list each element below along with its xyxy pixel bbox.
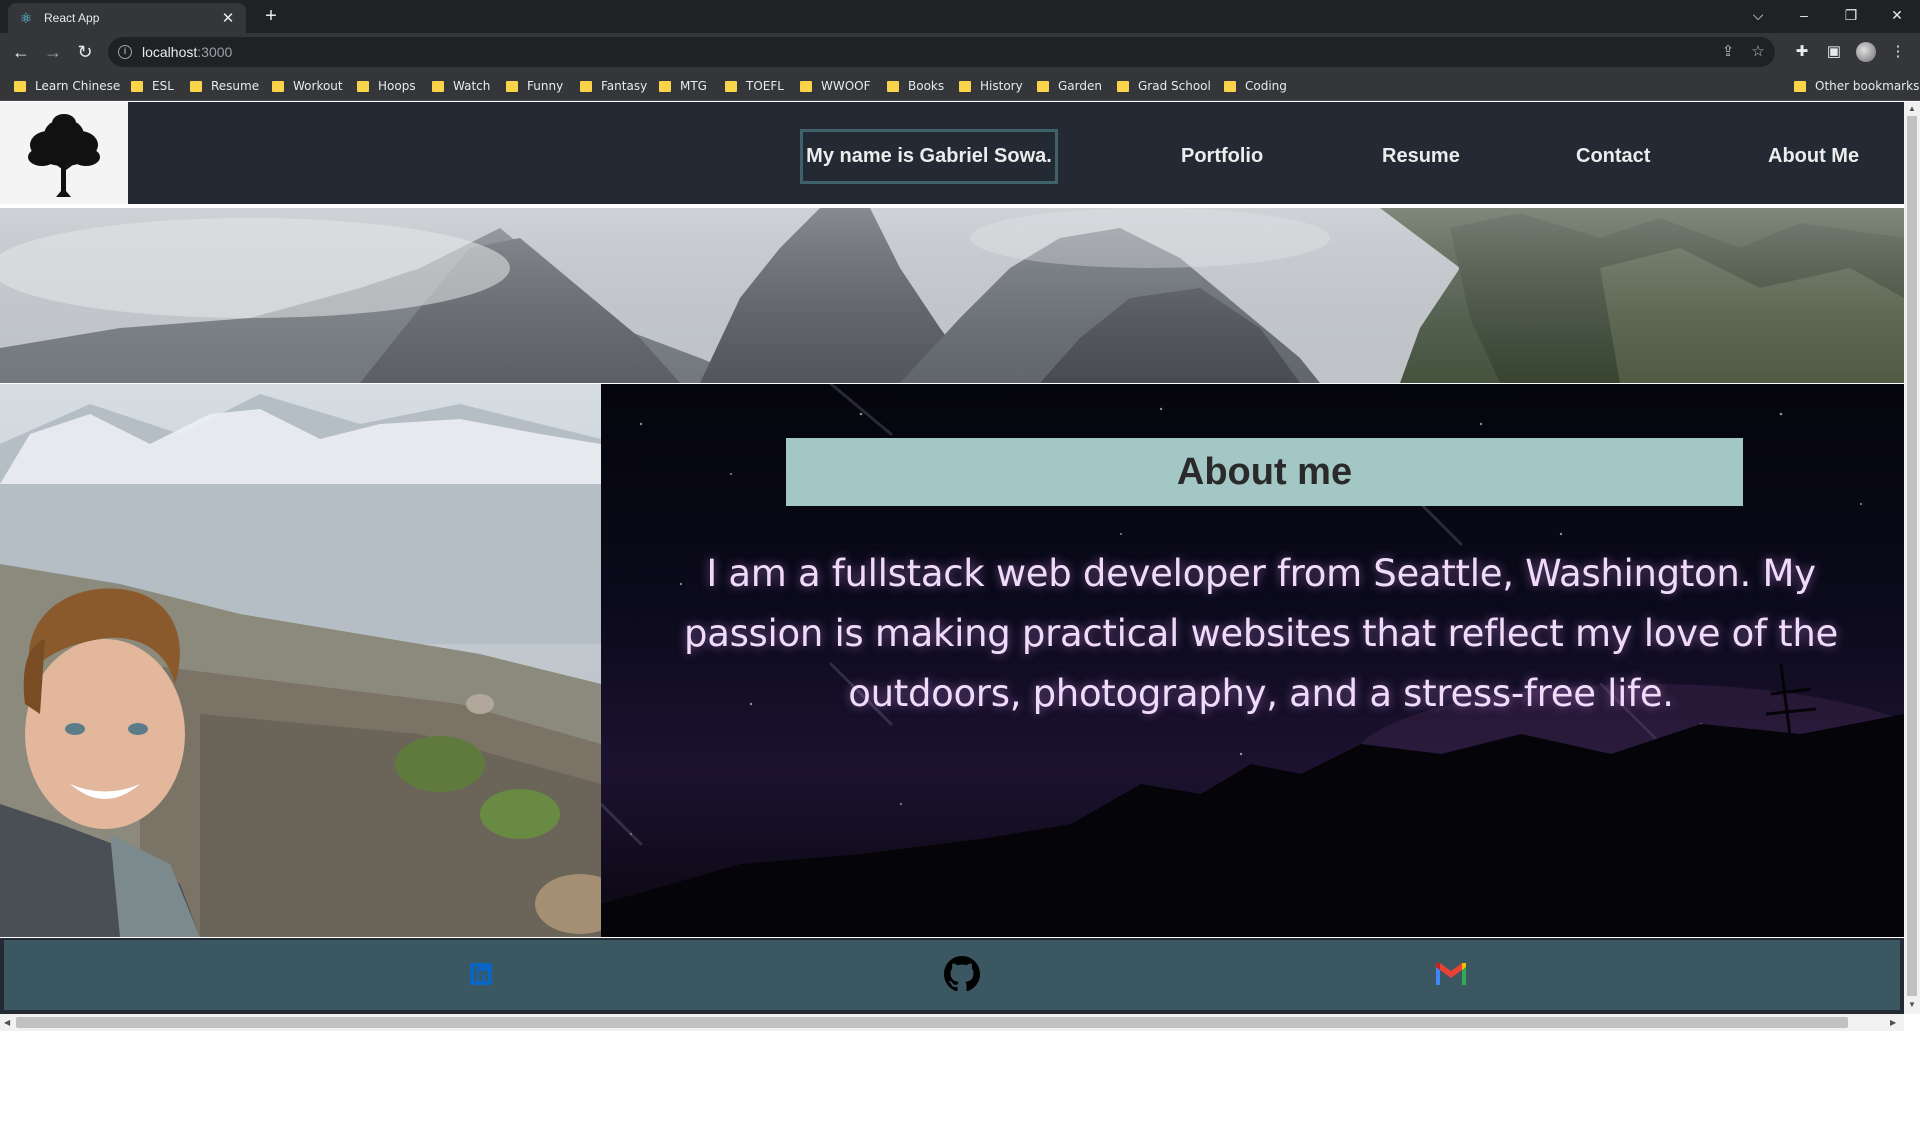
linkedin-link[interactable] — [461, 954, 501, 994]
folder-icon — [580, 80, 592, 92]
page-viewport: My name is Gabriel Sowa. Portfolio Resum… — [0, 102, 1904, 1014]
reload-icon[interactable]: ↻ — [73, 40, 97, 64]
browser-toolbar: ← → ↻ i localhost:3000 ⇪ ☆ ✚ ▣ ⋮ — [0, 33, 1920, 71]
folder-icon — [506, 80, 518, 92]
browser-tab-bar: ⚛ React App ✕ + ⌵ – ❐ ✕ — [0, 0, 1920, 33]
folder-icon — [357, 80, 369, 92]
bookmark-item[interactable]: TOEFL — [725, 78, 784, 94]
close-window-icon[interactable]: ✕ — [1874, 0, 1920, 30]
folder-icon — [1224, 80, 1236, 92]
name-button[interactable]: My name is Gabriel Sowa. — [800, 129, 1058, 184]
bookmark-item[interactable]: Workout — [272, 78, 343, 94]
bookmark-item[interactable]: Resume — [190, 78, 259, 94]
bookmark-item[interactable]: Grad School — [1117, 78, 1211, 94]
nav-about-me[interactable]: About Me — [1768, 129, 1859, 184]
folder-icon — [1117, 80, 1129, 92]
bookmark-item[interactable]: MTG — [659, 78, 707, 94]
folder-icon — [887, 80, 899, 92]
bookmark-item[interactable]: Coding — [1224, 78, 1287, 94]
bookmark-item[interactable]: History — [959, 78, 1023, 94]
folder-icon — [1794, 80, 1806, 92]
github-icon — [944, 956, 980, 992]
bookmark-item[interactable]: Funny — [506, 78, 563, 94]
nav-resume[interactable]: Resume — [1382, 129, 1460, 184]
mountain-banner-art — [0, 208, 1904, 383]
social-footer — [0, 938, 1904, 1014]
extensions-icon[interactable]: ✚ — [1790, 40, 1814, 64]
about-section: About me I am a fullstack web developer … — [601, 384, 1904, 937]
logo[interactable] — [0, 102, 128, 204]
bookmarks-bar: Learn Chinese ESL Resume Workout Hoops W… — [0, 71, 1920, 101]
back-icon[interactable]: ← — [9, 40, 33, 64]
linkedin-icon — [470, 963, 492, 985]
nav-portfolio[interactable]: Portfolio — [1181, 129, 1263, 184]
gmail-link[interactable] — [1431, 954, 1471, 994]
horizontal-scroll-thumb[interactable] — [16, 1017, 1848, 1028]
address-bar[interactable]: i localhost:3000 ⇪ ☆ — [108, 37, 1775, 67]
bookmark-item[interactable]: Watch — [432, 78, 490, 94]
folder-icon — [800, 80, 812, 92]
folder-icon — [959, 80, 971, 92]
menu-icon[interactable]: ⋮ — [1886, 40, 1910, 64]
vertical-scroll-thumb[interactable] — [1907, 116, 1917, 996]
new-tab-button[interactable]: + — [259, 5, 283, 29]
folder-icon — [272, 80, 284, 92]
info-icon[interactable]: i — [118, 45, 132, 59]
browser-tab[interactable]: ⚛ React App ✕ — [8, 3, 246, 33]
url-port: :3000 — [197, 44, 233, 60]
scroll-up-icon[interactable]: ▲ — [1908, 104, 1916, 113]
mountain-banner-image — [0, 208, 1904, 383]
scroll-left-icon[interactable]: ◀ — [4, 1018, 10, 1027]
profile-avatar[interactable] — [1856, 42, 1876, 62]
folder-icon — [432, 80, 444, 92]
about-description: I am a fullstack web developer from Seat… — [684, 552, 1838, 715]
side-panel-icon[interactable]: ▣ — [1822, 40, 1846, 64]
folder-icon — [14, 80, 26, 92]
bookmark-item[interactable]: Learn Chinese — [14, 78, 120, 94]
tab-title: React App — [44, 11, 100, 25]
folder-icon — [131, 80, 143, 92]
bookmark-star-icon[interactable]: ☆ — [1745, 37, 1771, 67]
bookmark-item[interactable]: Fantasy — [580, 78, 647, 94]
about-title: About me — [1176, 451, 1353, 493]
minimize-icon[interactable]: – — [1781, 0, 1827, 30]
tab-close-icon[interactable]: ✕ — [220, 9, 236, 27]
vertical-scrollbar[interactable]: ▲ ▼ — [1904, 102, 1920, 1014]
horizontal-scrollbar[interactable]: ◀ ▶ — [0, 1014, 1904, 1031]
nav-contact[interactable]: Contact — [1576, 129, 1650, 184]
tab-search-icon[interactable]: ⌵ — [1735, 0, 1781, 30]
profile-photo — [0, 384, 601, 937]
portrait-art — [0, 384, 601, 937]
scroll-down-icon[interactable]: ▼ — [1908, 1000, 1916, 1009]
about-title-box: About me — [786, 438, 1743, 506]
folder-icon — [725, 80, 737, 92]
github-link[interactable] — [942, 954, 982, 994]
forward-icon[interactable]: → — [41, 40, 65, 64]
restore-icon[interactable]: ❐ — [1828, 0, 1874, 30]
blank-area — [0, 1031, 1920, 1128]
scroll-right-icon[interactable]: ▶ — [1890, 1018, 1896, 1027]
bookmark-item[interactable]: Garden — [1037, 78, 1102, 94]
bookmark-item[interactable]: WWOOF — [800, 78, 871, 94]
folder-icon — [659, 80, 671, 92]
other-bookmarks[interactable]: Other bookmarks — [1794, 78, 1919, 94]
bookmark-item[interactable]: Hoops — [357, 78, 416, 94]
react-icon: ⚛ — [19, 9, 33, 26]
folder-icon — [190, 80, 202, 92]
url-host: localhost — [142, 44, 198, 60]
bookmark-item[interactable]: Books — [887, 78, 944, 94]
site-header: My name is Gabriel Sowa. Portfolio Resum… — [0, 102, 1904, 204]
folder-icon — [1037, 80, 1049, 92]
gmail-icon — [1436, 963, 1466, 985]
share-icon[interactable]: ⇪ — [1715, 37, 1741, 67]
tree-logo-icon — [28, 114, 100, 197]
bookmark-item[interactable]: ESL — [131, 78, 174, 94]
